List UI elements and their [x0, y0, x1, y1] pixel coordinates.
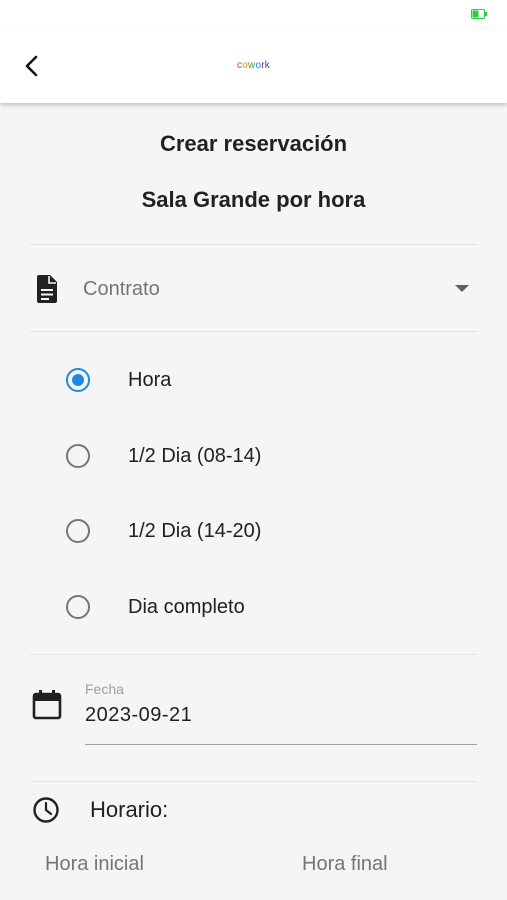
- radio-option-medio-dia-manana[interactable]: 1/2 Dia (08-14): [55, 428, 435, 484]
- radio-option-dia-completo[interactable]: Dia completo: [55, 579, 435, 635]
- radio-button[interactable]: [66, 519, 90, 543]
- date-field[interactable]: Fecha 2023-09-21: [85, 677, 477, 747]
- battery-charging-icon: [471, 9, 487, 19]
- end-time-field[interactable]: Hora final: [302, 853, 388, 876]
- logo-letter: k: [264, 60, 270, 71]
- radio-label: 1/2 Dia (14-20): [128, 520, 262, 542]
- caret-down-icon: [455, 285, 469, 292]
- clock-icon: [33, 797, 59, 823]
- divider: [30, 654, 477, 655]
- radio-option-hora[interactable]: Hora: [55, 352, 435, 408]
- divider: [30, 781, 477, 782]
- status-bar: [0, 0, 507, 30]
- radio-option-medio-dia-tarde[interactable]: 1/2 Dia (14-20): [55, 503, 435, 559]
- radio-button[interactable]: [66, 595, 90, 619]
- date-underline: [85, 744, 477, 745]
- date-value: 2023-09-21: [85, 704, 193, 726]
- contract-placeholder: Contrato: [83, 278, 160, 300]
- radio-button[interactable]: [66, 368, 90, 392]
- room-subtitle: Sala Grande por hora: [141, 187, 366, 212]
- radio-label: Hora: [128, 369, 172, 391]
- radio-label: 1/2 Dia (08-14): [128, 445, 262, 467]
- logo-letter: w: [248, 60, 256, 71]
- divider: [30, 331, 477, 332]
- start-time-field[interactable]: Hora inicial: [45, 853, 144, 876]
- reservation-form: Crear reservación Sala Grande por hora C…: [0, 103, 507, 900]
- calendar-icon: [32, 690, 62, 720]
- schedule-label: Horario:: [90, 797, 169, 822]
- contract-dropdown[interactable]: Contrato: [30, 245, 477, 331]
- date-caption: Fecha: [85, 681, 124, 697]
- radio-label: Dia completo: [128, 596, 245, 618]
- cowork-logo: cowork: [0, 60, 507, 71]
- document-icon: [37, 275, 57, 303]
- app-bar: cowork: [0, 30, 507, 103]
- radio-button[interactable]: [66, 444, 90, 468]
- page-title: Crear reservación: [159, 131, 348, 156]
